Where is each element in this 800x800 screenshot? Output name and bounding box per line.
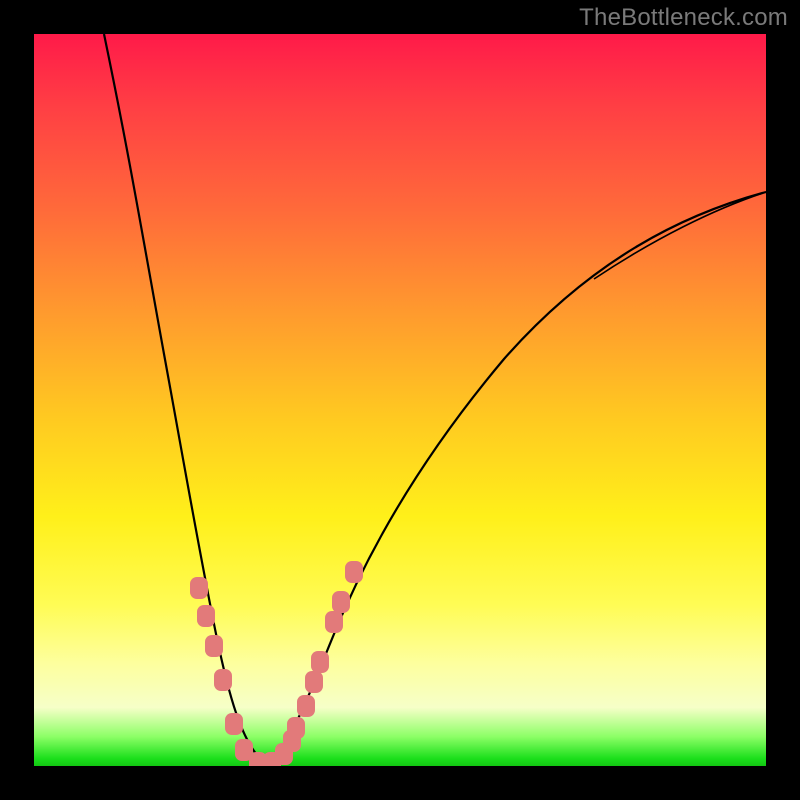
bottleneck-curve [104,34,766,764]
data-marker [190,577,208,599]
data-marker [325,611,343,633]
chart-plot-area [34,34,766,766]
chart-svg [34,34,766,766]
marker-group [190,561,363,766]
data-marker [297,695,315,717]
data-marker [214,669,232,691]
data-marker [305,671,323,693]
data-marker [345,561,363,583]
bottleneck-curve-right-tail [594,192,766,279]
data-marker [332,591,350,613]
data-marker [197,605,215,627]
watermark-text: TheBottleneck.com [579,6,788,30]
chart-frame: TheBottleneck.com [0,0,800,800]
data-marker [311,651,329,673]
data-marker [287,717,305,739]
data-marker [225,713,243,735]
data-marker [205,635,223,657]
